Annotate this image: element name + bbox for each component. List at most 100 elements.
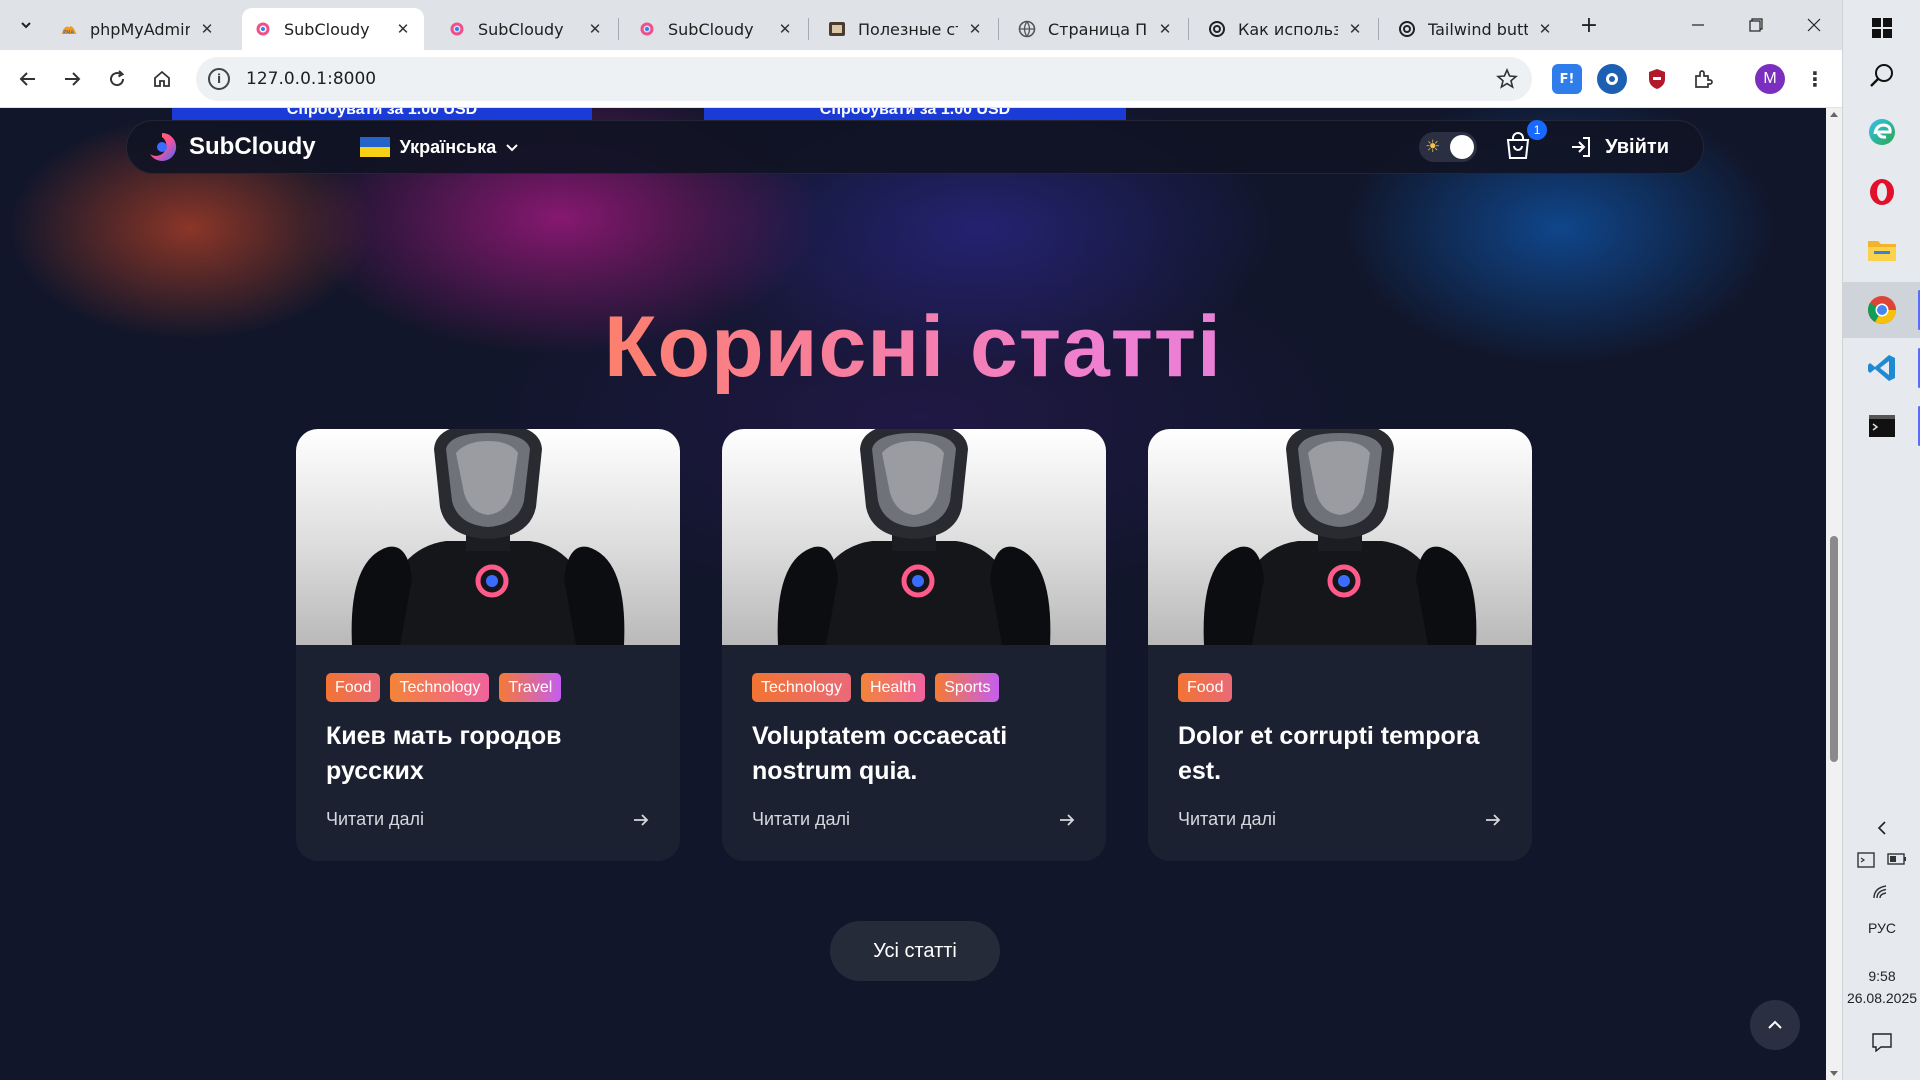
browser-menu-icon[interactable]: ⋮ (1800, 64, 1830, 94)
tag-list: Food (1178, 673, 1242, 702)
openai-icon (1208, 20, 1226, 38)
globe-icon (1018, 20, 1036, 38)
address-bar[interactable]: i 127.0.0.1:8000 (196, 57, 1532, 101)
tray-expand-button[interactable] (1843, 820, 1920, 841)
article-title[interactable]: Киев мать городов русских (326, 719, 656, 789)
taskbar-file-explorer[interactable] (1843, 222, 1920, 278)
tab-chatgpt[interactable]: Tailwind buttor ✕ (1386, 8, 1566, 50)
tag-technology[interactable]: Technology (390, 673, 490, 702)
extension-copilot-icon[interactable] (1597, 64, 1627, 94)
profile-avatar[interactable]: M (1755, 64, 1785, 94)
home-button[interactable] (146, 63, 178, 95)
forward-button[interactable] (56, 63, 88, 95)
close-tab-icon[interactable]: ✕ (394, 20, 412, 38)
toggle-knob (1450, 135, 1475, 159)
tag-travel[interactable]: Travel (499, 673, 562, 702)
close-tab-icon[interactable]: ✕ (776, 20, 794, 38)
close-tab-icon[interactable]: ✕ (1346, 20, 1364, 38)
read-more-link[interactable]: Читати далі (1178, 809, 1502, 830)
network-icon[interactable] (1843, 884, 1920, 905)
extension-shield-icon[interactable] (1642, 64, 1672, 94)
extensions-puzzle-icon[interactable] (1688, 64, 1718, 94)
cart-button[interactable]: 1 (1505, 120, 1548, 162)
tag-food[interactable]: Food (326, 673, 381, 702)
taskbar-chrome[interactable] (1843, 282, 1920, 338)
article-image (722, 429, 1106, 645)
tag-technology[interactable]: Technology (752, 673, 851, 702)
theme-toggle[interactable]: ☀ (1419, 132, 1478, 162)
windows-taskbar: РУС 9:58 26.08.2025 (1842, 0, 1920, 1080)
tab-phpmyadmin[interactable]: PMA phpMyAdmin ✕ (48, 8, 228, 50)
page-scrollbar[interactable] (1826, 108, 1842, 1080)
taskbar-terminal[interactable] (1843, 398, 1920, 454)
article-title[interactable]: Voluptatem occaecati nostrum quia. (752, 719, 1082, 789)
tab-title: phpMyAdmin (90, 19, 190, 39)
tag-list: Food Technology Travel (326, 673, 571, 702)
site-logo[interactable]: SubCloudy (145, 130, 316, 164)
clock-time[interactable]: 9:58 (1843, 968, 1920, 984)
taskbar-edge[interactable] (1843, 104, 1920, 160)
input-language-indicator[interactable]: РУС (1843, 920, 1920, 936)
close-tab-icon[interactable]: ✕ (1536, 20, 1554, 38)
close-tab-icon[interactable]: ✕ (1156, 20, 1174, 38)
chrome-icon (1868, 296, 1896, 324)
close-tab-icon[interactable]: ✕ (198, 20, 216, 38)
close-tab-icon[interactable]: ✕ (586, 20, 604, 38)
sun-icon: ☀ (1425, 137, 1441, 157)
star-icon[interactable] (1496, 68, 1518, 90)
battery-icon[interactable] (1887, 852, 1907, 866)
article-card[interactable]: Food Dolor et corrupti tempora est. Чита… (1148, 429, 1532, 861)
tag-health[interactable]: Health (860, 673, 926, 702)
section-heading: Корисні статті (0, 298, 1826, 397)
read-more-link[interactable]: Читати далі (752, 809, 1076, 830)
close-window-button[interactable] (1786, 0, 1842, 50)
language-selector[interactable]: Українська (359, 137, 521, 158)
tab-useful-articles[interactable]: Полезные стат ✕ (816, 8, 996, 50)
tab-subcloudy[interactable]: SubCloudy ✕ (436, 8, 616, 50)
read-more-link[interactable]: Читати далі (326, 809, 650, 830)
tab-search-button[interactable] (12, 12, 40, 38)
read-more-label: Читати далі (326, 809, 425, 829)
page-icon (828, 20, 846, 38)
scroll-down-arrow-icon[interactable] (1830, 1071, 1838, 1076)
scroll-up-arrow-icon[interactable] (1830, 112, 1838, 117)
tab-separator (1378, 18, 1379, 40)
tag-sports[interactable]: Sports (935, 673, 1000, 702)
reload-button[interactable] (101, 63, 133, 95)
tab-separator (998, 18, 999, 40)
restore-button[interactable] (1728, 0, 1784, 50)
tag-food[interactable]: Food (1178, 673, 1233, 702)
promo-button[interactable]: Спробувати за 1.00 USD (704, 108, 1126, 120)
openai-icon (1398, 20, 1416, 38)
promo-text: Спробувати за 1.00 USD (819, 108, 1011, 118)
close-tab-icon[interactable]: ✕ (966, 20, 984, 38)
all-articles-button[interactable]: Усі статті (830, 921, 1000, 981)
back-button[interactable] (12, 63, 44, 95)
restore-icon (1749, 18, 1763, 32)
notifications-button[interactable] (1843, 1032, 1920, 1057)
console-tray-icon[interactable] (1857, 852, 1875, 868)
article-title[interactable]: Dolor et corrupti tempora est. (1178, 719, 1508, 789)
extension-fi-icon[interactable]: F! (1552, 64, 1582, 94)
arrow-right-icon (65, 72, 81, 86)
scroll-to-top-button[interactable] (1750, 1000, 1800, 1050)
promo-button[interactable]: Спробувати за 1.00 USD (172, 108, 592, 120)
taskbar-vscode[interactable] (1843, 340, 1920, 396)
minimize-button[interactable] (1670, 0, 1726, 50)
scrollbar-thumb[interactable] (1830, 536, 1838, 762)
new-tab-button[interactable]: + (1574, 10, 1604, 40)
taskbar-opera[interactable] (1843, 164, 1920, 220)
subcloudy-icon (254, 20, 272, 38)
article-card[interactable]: Technology Health Sports Voluptatem occa… (722, 429, 1106, 861)
opera-icon (1870, 179, 1894, 205)
login-button[interactable]: Увійти (1569, 135, 1669, 159)
tab-title: SubCloudy (668, 19, 754, 39)
tab-subcloudy-active[interactable]: SubCloudy ✕ (242, 8, 424, 50)
tab-page[interactable]: Страница Пол ✕ (1006, 8, 1186, 50)
tab-chatgpt[interactable]: Как использов ✕ (1196, 8, 1376, 50)
taskbar-search-button[interactable] (1843, 48, 1920, 104)
clock-date[interactable]: 26.08.2025 (1843, 990, 1920, 1006)
site-info-icon[interactable]: i (208, 68, 230, 90)
article-card[interactable]: Food Technology Travel Киев мать городов… (296, 429, 680, 861)
tab-subcloudy[interactable]: SubCloudy ✕ (626, 8, 806, 50)
